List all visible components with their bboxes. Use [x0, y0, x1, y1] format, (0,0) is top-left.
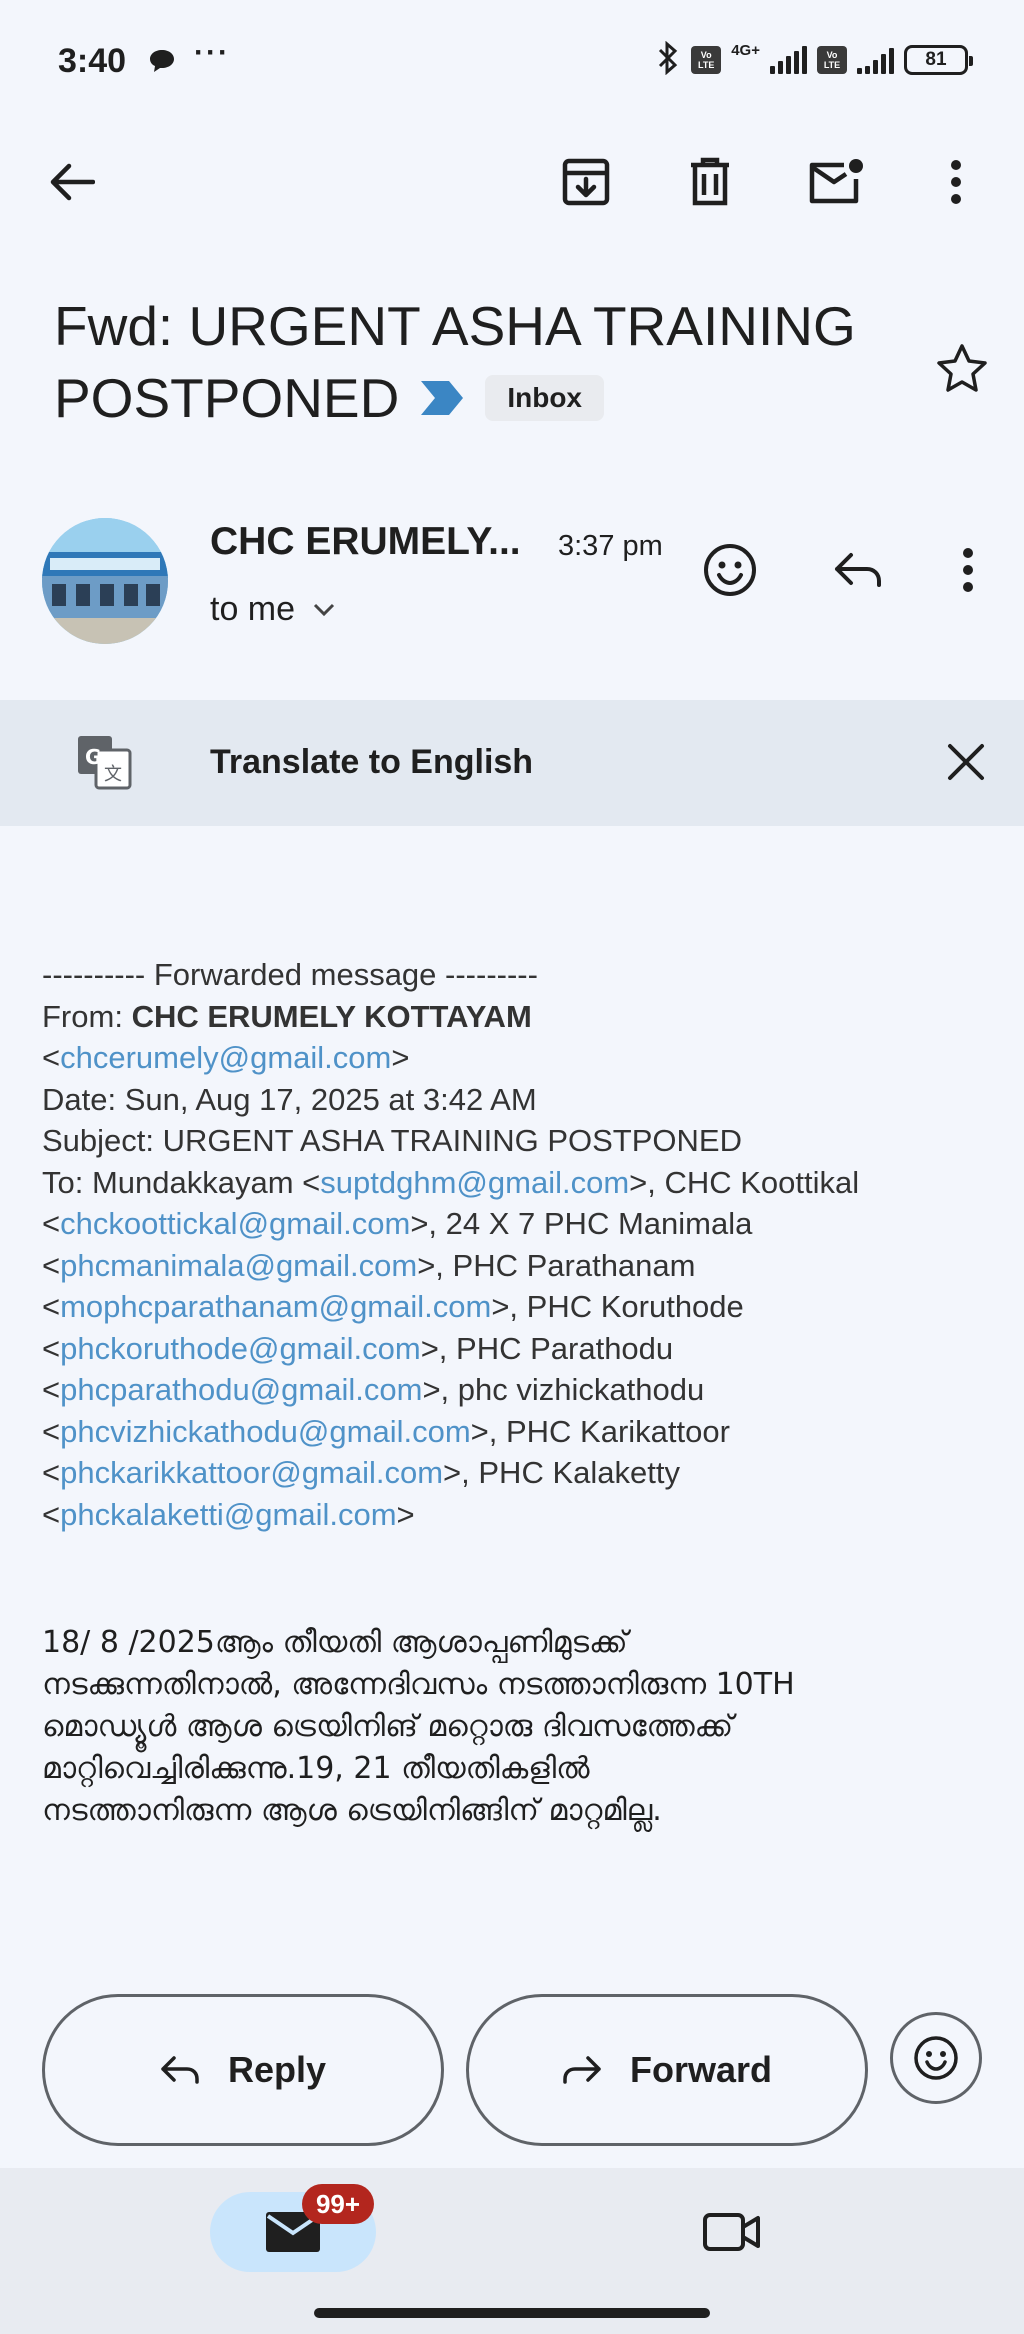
reply-icon-button[interactable]: [826, 538, 890, 602]
svg-text:文: 文: [104, 764, 122, 785]
email-body: ---------- Forwarded message --------- F…: [42, 954, 1002, 1535]
delete-icon: [691, 157, 729, 206]
archive-button[interactable]: [554, 150, 618, 214]
recipient-email-link[interactable]: phcvizhickathodu@gmail.com: [60, 1414, 471, 1449]
close-icon: [948, 744, 984, 780]
recipient-email-link[interactable]: phcparathodu@gmail.com: [60, 1372, 422, 1407]
recipient-email-link[interactable]: mophcparathanam@gmail.com: [60, 1289, 491, 1324]
status-indicators: Vo LTE 4G+ Vo LTE 81: [655, 40, 973, 80]
delete-button[interactable]: [678, 150, 742, 214]
smiley-icon: [704, 544, 756, 596]
back-arrow-icon: [50, 163, 95, 201]
recipient-email-link[interactable]: phckalaketti@gmail.com: [60, 1497, 396, 1532]
forward-button[interactable]: Forward: [466, 1994, 868, 2146]
back-button[interactable]: [40, 150, 104, 214]
more-vert-icon: [963, 548, 973, 592]
to-line: <phcparathodu@gmail.com>, phc vizhickath…: [42, 1372, 705, 1407]
from-email-link[interactable]: chcerumely@gmail.com: [60, 1040, 391, 1075]
signal-strength-2-icon: [857, 46, 894, 74]
to-recipients: To: Mundakkayam <suptdghm@gmail.com>, CH…: [42, 1162, 1002, 1536]
add-reaction-button[interactable]: [698, 538, 762, 602]
recipient-email-link[interactable]: phcmanimala@gmail.com: [60, 1248, 417, 1283]
to-line: <phcvizhickathodu@gmail.com>, PHC Karika…: [42, 1413, 730, 1449]
recipient-email-link[interactable]: phckoruthode@gmail.com: [60, 1331, 421, 1366]
star-icon: [937, 344, 987, 392]
forward-icon: [563, 2056, 601, 2084]
message-bubble-icon: [148, 48, 176, 72]
to-line: <phckoruthode@gmail.com>, PHC Parathodu: [42, 1330, 674, 1366]
message-line: 18/ 8 /2025ആം തീയതി ആശാപ്പണിമുടക്ക്: [42, 1625, 628, 1660]
recipient-email-link[interactable]: chckoottickal@gmail.com: [60, 1206, 410, 1241]
video-camera-icon: [703, 2213, 760, 2251]
chevron-down-icon: [313, 603, 335, 616]
archive-icon: [562, 158, 610, 206]
reply-icon: [835, 553, 881, 587]
unread-count-badge: 99+: [302, 2184, 374, 2224]
translate-to-english-button[interactable]: Translate to English: [210, 743, 533, 782]
message-line: മാറ്റിവെച്ചിരിക്കുന്നു.19, 21 തീയതികളിൽ: [42, 1751, 590, 1786]
forward-header: ---------- Forwarded message ---------: [42, 957, 538, 992]
date-line: Date: Sun, Aug 17, 2025 at 3:42 AM: [42, 1081, 537, 1117]
message-text: 18/ 8 /2025ആം തീയതി ആശാപ്പണിമുടക്ക് നടക്ക…: [42, 1622, 1002, 1832]
subject-line-1: Fwd: URGENT ASHA TRAINING: [54, 295, 856, 357]
reply-label: Reply: [227, 2049, 327, 2090]
more-vert-icon: [951, 160, 961, 204]
sender-name[interactable]: CHC ERUMELY...: [210, 520, 521, 564]
smiley-icon: [914, 2036, 958, 2080]
status-more-dots: ···: [194, 36, 230, 69]
to-line: <phckalaketti@gmail.com>: [42, 1496, 415, 1532]
to-line: <phcmanimala@gmail.com>, PHC Parathanam: [42, 1247, 696, 1283]
network-type-label: 4G+: [731, 42, 760, 59]
home-indicator[interactable]: [314, 2308, 710, 2318]
from-email-line: <chcerumely@gmail.com>: [42, 1040, 410, 1075]
star-button[interactable]: [930, 336, 994, 400]
svg-text:G: G: [85, 745, 101, 769]
subject-line: Subject: URGENT ASHA TRAINING POSTPONED: [42, 1123, 742, 1158]
volte-badge-2-icon: Vo LTE: [817, 46, 847, 74]
to-line: <chckoottickal@gmail.com>, 24 X 7 PHC Ma…: [42, 1206, 753, 1241]
recipient-details-toggle[interactable]: to me: [210, 590, 335, 629]
signal-strength-icon: [770, 46, 807, 74]
recipient-email-link[interactable]: suptdghm@gmail.com: [320, 1165, 629, 1200]
google-translate-icon: G文: [76, 734, 132, 790]
meet-tab[interactable]: [700, 2204, 764, 2260]
reply-button[interactable]: Reply: [42, 1994, 444, 2146]
emoji-reaction-button[interactable]: [890, 2012, 982, 2104]
mark-unread-button[interactable]: [804, 150, 868, 214]
to-line: To: Mundakkayam <suptdghm@gmail.com>, CH…: [42, 1164, 860, 1200]
from-name: CHC ERUMELY KOTTAYAM: [131, 998, 532, 1034]
message-more-button[interactable]: [936, 538, 1000, 602]
subject-line-2-text: POSTPONED: [54, 367, 400, 429]
to-line: <phckarikkattoor@gmail.com>, PHC Kalaket…: [42, 1455, 680, 1490]
recipient-email-link[interactable]: phckarikkattoor@gmail.com: [60, 1455, 443, 1490]
subject-line-2: POSTPONED Inbox: [54, 362, 934, 434]
from-line: From: CHC ERUMELY KOTTAYAM: [42, 998, 532, 1034]
battery-icon: 81: [904, 45, 973, 75]
message-line: മൊഡ്യൂൾ ആശ ട്രെയിനിങ് മറ്റൊരു ദിവസത്തേക്…: [42, 1709, 734, 1744]
message-line: നടത്താനിരുന്ന ആശ ട്രെയിനിങ്ങിന് മാറ്റമില…: [42, 1793, 662, 1828]
battery-level: 81: [925, 49, 947, 70]
building-photo-icon: [42, 518, 168, 644]
close-translate-button[interactable]: [936, 732, 996, 792]
recipient-label: to me: [210, 590, 296, 628]
bluetooth-icon: [655, 40, 681, 80]
importance-marker-icon[interactable]: [419, 379, 465, 417]
sender-avatar[interactable]: [42, 518, 168, 644]
message-line: നടക്കുന്നതിനാൽ, അന്നേദിവസം നടത്താനിരുന്ന…: [42, 1667, 795, 1702]
sent-time: 3:37 pm: [558, 530, 663, 562]
volte-badge-icon: Vo LTE: [691, 46, 722, 74]
email-subject: Fwd: URGENT ASHA TRAINING POSTPONED Inbo…: [54, 290, 934, 434]
mark-unread-icon: [809, 159, 863, 204]
reply-icon: [161, 2056, 199, 2084]
forward-label: Forward: [629, 2049, 772, 2090]
status-time: 3:40: [58, 42, 127, 80]
more-options-button[interactable]: [924, 150, 988, 214]
to-line: <mophcparathanam@gmail.com>, PHC Korutho…: [42, 1289, 744, 1324]
inbox-label-chip[interactable]: Inbox: [485, 375, 605, 421]
